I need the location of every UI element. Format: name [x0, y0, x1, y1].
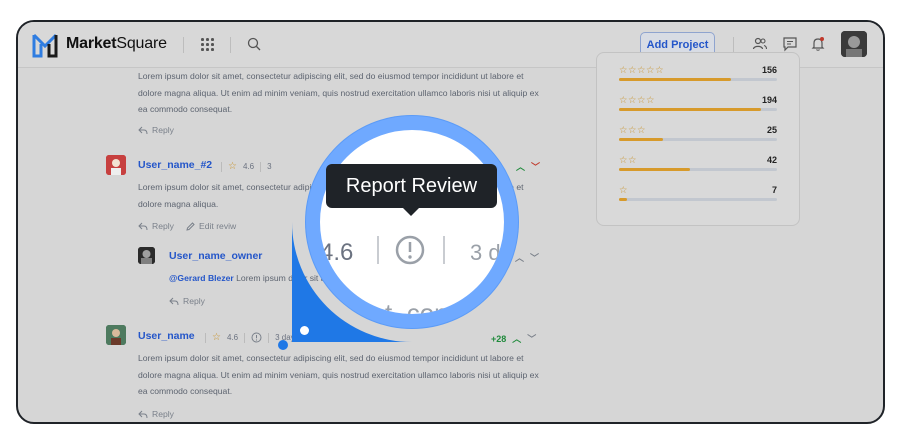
reply-button[interactable]: Reply [169, 296, 205, 306]
header-divider [183, 37, 184, 53]
magnifier-lens: 4.6 3 day t amet, conse [306, 116, 518, 328]
lens-time: 3 day [470, 240, 504, 265]
rating-stars: ☆☆ [619, 155, 638, 166]
rating-stars: ☆☆☆ [619, 125, 647, 136]
meta-divider [205, 332, 206, 343]
rating-bar [619, 168, 777, 171]
chat-icon[interactable] [782, 36, 798, 52]
lens-rating: 4.6 [320, 239, 353, 266]
star-icon: ☆ [212, 332, 221, 343]
rating-bar [619, 78, 777, 81]
rating-bar-fill [619, 78, 732, 81]
reply-icon [138, 222, 148, 230]
meta-divider [244, 332, 246, 343]
review-time: 3 [267, 162, 272, 171]
reply-icon [138, 126, 148, 134]
lens-text: t amet, conse [320, 298, 476, 314]
rating-bar-fill [619, 168, 691, 171]
edit-review-label: Edit reviw [199, 221, 237, 231]
rating-stars: ☆☆☆☆☆ [619, 65, 665, 76]
apps-grid-icon[interactable] [201, 38, 215, 52]
rating-count: 7 [771, 185, 777, 195]
review-username[interactable]: User_name_#2 [138, 159, 212, 171]
search-icon[interactable] [247, 37, 261, 51]
bell-icon[interactable] [810, 36, 826, 52]
app-frame: MarketSquare Add Project Lorem ipsum dol… [16, 20, 885, 424]
rating-count: 25 [766, 125, 777, 135]
report-review-tooltip: Report Review [326, 164, 497, 208]
avatar[interactable] [106, 155, 126, 175]
rating-count: 194 [761, 95, 777, 105]
rating-stars: ☆☆☆☆ [619, 95, 656, 106]
star-icon: ☆ [228, 161, 237, 172]
report-alert-icon[interactable] [251, 332, 262, 343]
users-icon[interactable] [752, 36, 768, 52]
anchor-dot [278, 340, 288, 350]
rating-bar-fill [619, 138, 664, 141]
reply-label: Reply [152, 125, 174, 135]
tooltip-arrow [403, 208, 419, 216]
reply-icon [138, 410, 148, 418]
reply-icon [169, 297, 179, 305]
anchor-dot [300, 326, 309, 335]
brand-name[interactable]: MarketSquare [66, 35, 167, 53]
review-text: Lorem ipsum dolor sit amet, consectetur … [138, 353, 539, 396]
rating-bar-fill [619, 108, 762, 111]
user-avatar[interactable] [841, 31, 867, 57]
reply-label: Reply [183, 296, 205, 306]
brand-bold: Market [66, 35, 117, 52]
review-rating: 4.6 [242, 162, 255, 171]
meta-divider [260, 161, 262, 172]
lens-content: 4.6 3 day t amet, conse [320, 130, 504, 314]
rating-count: 156 [761, 65, 777, 75]
reply-label: Reply [152, 221, 174, 231]
review-meta: ☆ 4.6 3 [221, 161, 272, 172]
reply-button[interactable]: Reply [138, 409, 174, 419]
brand-regular: Square [116, 35, 167, 52]
header-divider [733, 37, 734, 53]
reply-button[interactable]: Reply [138, 221, 174, 231]
reply-label: Reply [152, 409, 174, 419]
rating-bar [619, 138, 777, 141]
rating-count: 42 [766, 155, 777, 165]
header-divider [230, 37, 231, 53]
owner-username[interactable]: User_name_owner [169, 250, 262, 262]
reply-button[interactable]: Reply [138, 125, 174, 135]
rating-stars: ☆ [619, 185, 629, 196]
avatar[interactable] [106, 325, 126, 345]
meta-divider [221, 161, 222, 172]
avatar[interactable] [138, 247, 155, 264]
mention-link[interactable]: @Gerard Blezer [169, 273, 234, 283]
edit-review-button[interactable]: Edit reviw [186, 221, 236, 231]
rating-bar [619, 198, 777, 201]
pencil-icon [186, 221, 195, 231]
meta-divider [268, 332, 270, 343]
downvote-chevron-icon[interactable]: ﹀ [531, 160, 540, 173]
marketsquare-logo-icon[interactable] [32, 32, 58, 58]
rating-bar-fill [619, 198, 627, 201]
review-username[interactable]: User_name [138, 330, 195, 342]
rating-distribution-panel: ☆☆☆☆☆ 156 ☆☆☆☆ 194 ☆☆☆ 25 ☆☆ 42 ☆ 7 [596, 52, 800, 226]
rating-bar [619, 108, 777, 111]
review-rating: 4.6 [226, 333, 239, 342]
